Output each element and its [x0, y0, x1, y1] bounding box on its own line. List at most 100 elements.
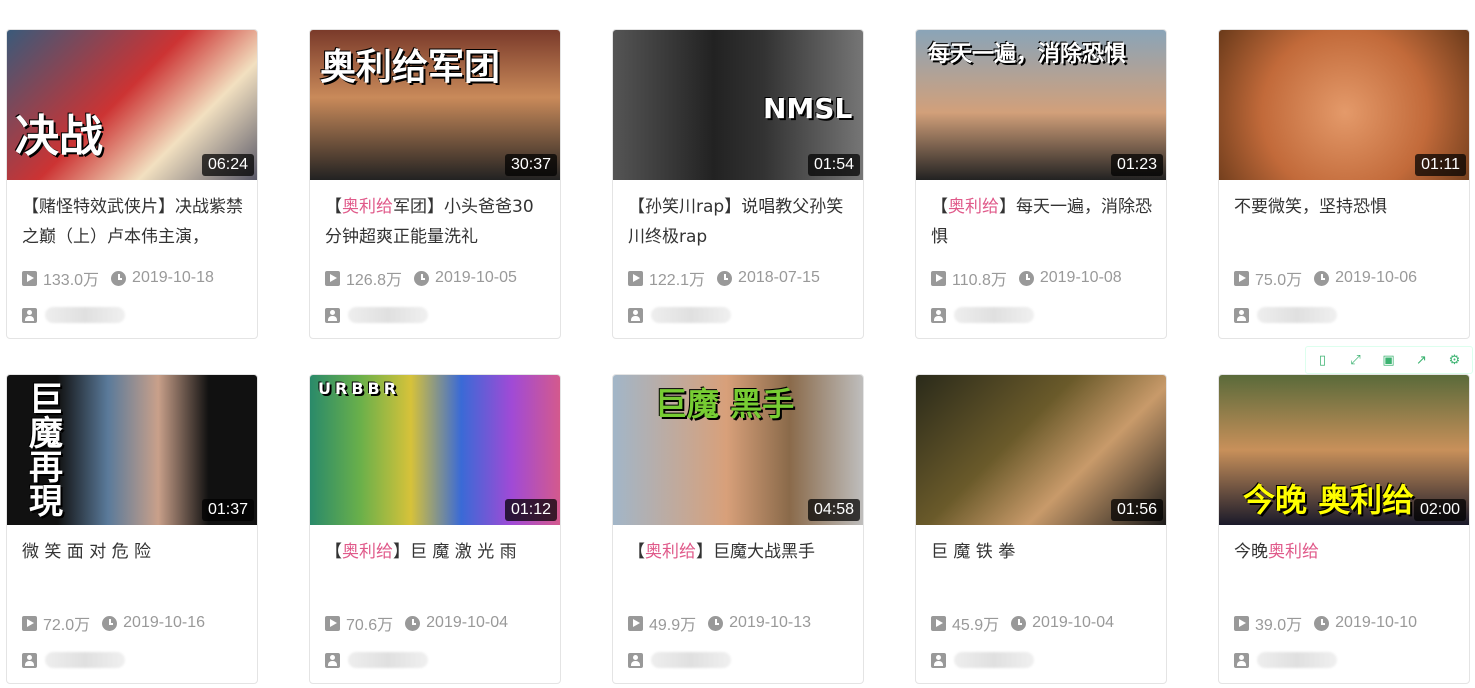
thumbnail-caption: URBBR: [318, 379, 401, 398]
video-title[interactable]: 【奥利给】每天一遍，消除恐惧: [931, 192, 1155, 254]
video-card[interactable]: 01:56 巨 魔 铁 拳 45.9万 2019-10-04: [915, 374, 1167, 684]
video-meta: 110.8万 2019-10-08: [931, 266, 1122, 290]
thumbnail-caption: NMSL: [763, 92, 853, 125]
video-thumbnail[interactable]: URBBR 01:12: [310, 375, 560, 525]
thumbnail-caption: 奥利给军团: [320, 47, 501, 88]
video-thumbnail[interactable]: 奥利给军团 30:37: [310, 30, 560, 180]
video-thumbnail[interactable]: 巨魔再現 01:37: [7, 375, 257, 525]
duration-badge: 30:37: [504, 154, 557, 176]
save-icon[interactable]: ▣: [1372, 347, 1405, 373]
author-row[interactable]: [22, 649, 125, 671]
user-icon: [22, 307, 37, 323]
duration-badge: 02:00: [1413, 499, 1466, 521]
video-card[interactable]: 奥利给军团 30:37 【奥利给军团】小头爸爸30分钟超爽正能量洗礼 126.8万 20…: [309, 29, 561, 339]
author-row[interactable]: [628, 304, 731, 326]
upload-date: 2019-10-04: [1032, 614, 1114, 631]
title-text: 【: [325, 197, 342, 217]
video-thumbnail[interactable]: NMSL 01:54: [613, 30, 863, 180]
video-title[interactable]: 【奥利给】巨魔大战黑手: [628, 537, 852, 599]
view-count: 75.0万: [1255, 272, 1303, 289]
video-title[interactable]: 【奥利给】巨 魔 激 光 雨: [325, 537, 549, 599]
video-meta: 45.9万 2019-10-04: [931, 611, 1114, 635]
video-title[interactable]: 巨 魔 铁 拳: [931, 537, 1155, 599]
title-text: 【赌怪特效武侠片】决战紫禁之巅（上）卢本伟主演，: [22, 197, 243, 247]
video-title[interactable]: 微 笑 面 对 危 险: [22, 537, 246, 599]
view-count: 126.8万: [346, 272, 403, 289]
video-thumbnail[interactable]: 今晚 奥利给 02:00: [1219, 375, 1469, 525]
upload-date: 2019-10-16: [123, 614, 205, 631]
play-count-icon: [325, 615, 340, 631]
author-row[interactable]: [325, 649, 428, 671]
author-row[interactable]: [931, 649, 1034, 671]
upload-date: 2018-07-15: [738, 269, 820, 286]
author-name-blurred: [348, 307, 428, 323]
video-card[interactable]: 今晚 奥利给 02:00 今晚奥利给 39.0万 2019-10-10: [1218, 374, 1470, 684]
author-name-blurred: [651, 307, 731, 323]
user-icon: [325, 307, 340, 323]
author-row[interactable]: [22, 304, 125, 326]
video-title[interactable]: 【奥利给军团】小头爸爸30分钟超爽正能量洗礼: [325, 192, 549, 254]
clock-icon: [405, 615, 421, 631]
duration-badge: 01:37: [201, 499, 254, 521]
floating-toolbar: ▯ ⤢ ▣ ↗ ⚙: [1305, 346, 1473, 374]
video-card[interactable]: 决战 06:24 【赌怪特效武侠片】决战紫禁之巅（上）卢本伟主演， 133.0万 201…: [6, 29, 258, 339]
clock-icon: [1011, 615, 1027, 631]
author-name-blurred: [45, 307, 125, 323]
copy-icon[interactable]: ▯: [1306, 347, 1339, 373]
thumbnail-caption: 巨魔再現: [29, 380, 63, 522]
author-name-blurred: [954, 652, 1034, 668]
duration-badge: 04:58: [807, 499, 860, 521]
play-count-icon: [22, 615, 37, 631]
author-name-blurred: [1257, 652, 1337, 668]
user-icon: [628, 307, 643, 323]
title-text: 】巨魔大战黑手: [696, 542, 815, 562]
video-meta: 126.8万 2019-10-05: [325, 266, 517, 290]
title-text: 今晚: [1234, 542, 1268, 562]
author-row[interactable]: [628, 649, 731, 671]
title-keyword-highlight: 奥利给: [342, 542, 393, 562]
play-count-icon: [931, 615, 946, 631]
video-thumbnail[interactable]: 巨魔 黑手 04:58: [613, 375, 863, 525]
video-title[interactable]: 【孙笑川rap】说唱教父孙笑川终极rap: [628, 192, 852, 254]
user-icon: [1234, 652, 1249, 668]
clock-icon: [1018, 270, 1034, 286]
video-thumbnail[interactable]: 01:11: [1219, 30, 1469, 180]
settings-icon[interactable]: ⚙: [1438, 347, 1471, 373]
video-meta: 49.9万 2019-10-13: [628, 611, 811, 635]
user-icon: [325, 652, 340, 668]
share-icon[interactable]: ↗: [1405, 347, 1438, 373]
video-card[interactable]: 每天一遍，消除恐惧 01:23 【奥利给】每天一遍，消除恐惧 110.8万 2019-1…: [915, 29, 1167, 339]
video-card[interactable]: 巨魔再現 01:37 微 笑 面 对 危 险 72.0万 2019-10-16: [6, 374, 258, 684]
thumbnail-caption: 决战: [15, 111, 103, 162]
video-title[interactable]: 不要微笑，坚持恐惧: [1234, 192, 1458, 254]
play-count-icon: [22, 270, 37, 286]
upload-date: 2019-10-13: [729, 614, 811, 631]
title-text: 【: [628, 542, 645, 562]
video-thumbnail[interactable]: 01:56: [916, 375, 1166, 525]
video-card[interactable]: URBBR 01:12 【奥利给】巨 魔 激 光 雨 70.6万 2019-10-04: [309, 374, 561, 684]
author-row[interactable]: [1234, 304, 1337, 326]
video-thumbnail[interactable]: 每天一遍，消除恐惧 01:23: [916, 30, 1166, 180]
video-meta: 39.0万 2019-10-10: [1234, 611, 1417, 635]
user-icon: [22, 652, 37, 668]
author-name-blurred: [348, 652, 428, 668]
author-row[interactable]: [325, 304, 428, 326]
video-meta: 122.1万 2018-07-15: [628, 266, 820, 290]
video-card[interactable]: 01:11 不要微笑，坚持恐惧 75.0万 2019-10-06: [1218, 29, 1470, 339]
video-card[interactable]: 巨魔 黑手 04:58 【奥利给】巨魔大战黑手 49.9万 2019-10-13: [612, 374, 864, 684]
title-keyword-highlight: 奥利给: [645, 542, 696, 562]
expand-icon[interactable]: ⤢: [1339, 347, 1372, 373]
author-row[interactable]: [1234, 649, 1337, 671]
thumbnail-caption: 每天一遍，消除恐惧: [928, 42, 1127, 67]
title-text: 】巨 魔 激 光 雨: [393, 542, 517, 562]
clock-icon: [414, 270, 430, 286]
video-title[interactable]: 【赌怪特效武侠片】决战紫禁之巅（上）卢本伟主演，: [22, 192, 246, 254]
title-text: 不要微笑，坚持恐惧: [1234, 197, 1387, 217]
video-card[interactable]: NMSL 01:54 【孙笑川rap】说唱教父孙笑川终极rap 122.1万 2018-…: [612, 29, 864, 339]
video-thumbnail[interactable]: 决战 06:24: [7, 30, 257, 180]
author-row[interactable]: [931, 304, 1034, 326]
view-count: 39.0万: [1255, 617, 1303, 634]
author-name-blurred: [954, 307, 1034, 323]
video-title[interactable]: 今晚奥利给: [1234, 537, 1458, 599]
play-count-icon: [1234, 615, 1249, 631]
